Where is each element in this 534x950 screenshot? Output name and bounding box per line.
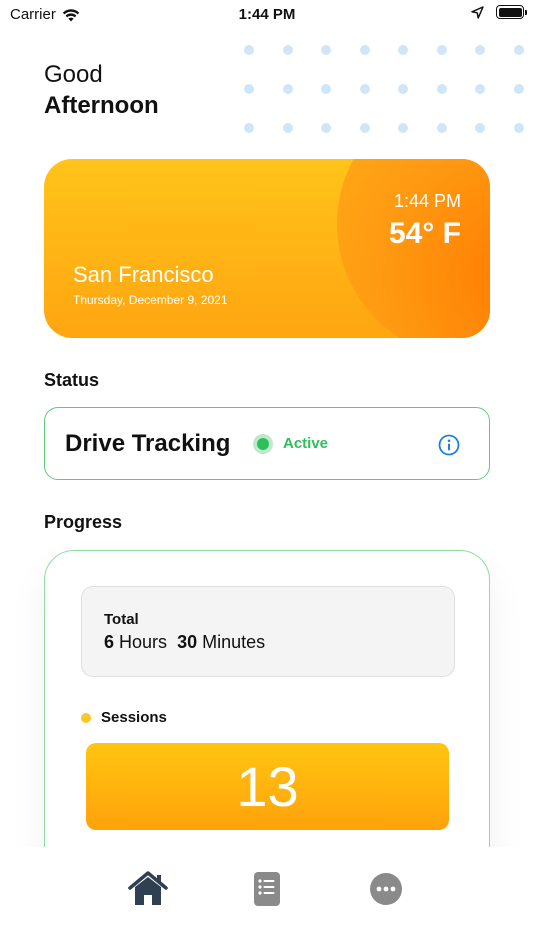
weather-temperature: 54° F: [388, 217, 461, 250]
tab-list[interactable]: [247, 869, 287, 909]
weather-card[interactable]: 1:44 PM 54° F San Francisco Thursday, De…: [44, 159, 490, 338]
decorative-dot: [475, 84, 485, 94]
location-arrow-icon: [471, 5, 484, 19]
decorative-dot: [244, 84, 254, 94]
decorative-dot: [359, 123, 370, 133]
tab-more[interactable]: [366, 869, 406, 909]
progress-section-title: Progress: [44, 512, 123, 532]
total-hours-unit: Hours: [119, 632, 168, 652]
decorative-dots: [244, 45, 534, 135]
decorative-dot: [321, 84, 331, 94]
status-section-title: Status: [44, 370, 100, 390]
list-document-icon: [254, 872, 280, 906]
decorative-dot: [513, 45, 524, 55]
sessions-legend-dot: [81, 712, 91, 723]
greeting: Good Afternoon: [44, 60, 159, 122]
sessions-count: 13: [86, 743, 449, 830]
status-bar-right: [471, 5, 527, 19]
total-label: Total: [104, 611, 139, 628]
sessions-row: Sessions: [81, 709, 167, 726]
total-hours: 6: [104, 632, 115, 652]
weather-city: San Francisco: [73, 262, 214, 287]
decorative-dot: [359, 45, 370, 55]
more-icon: [370, 873, 402, 905]
greeting-line-1: Good: [44, 61, 103, 88]
status-bar-time: 1:44 PM: [238, 6, 296, 23]
status-bar: Carrier 1:44 PM: [0, 0, 534, 30]
decorative-dot: [244, 45, 254, 55]
info-icon[interactable]: [438, 434, 460, 456]
decorative-dot: [436, 45, 447, 55]
progress-card: Total 6 Hours 30 Minutes Sessions 13: [44, 550, 490, 880]
tab-bar: [0, 847, 534, 950]
decorative-dot: [513, 123, 524, 133]
decorative-dot: [398, 84, 408, 94]
decorative-dot: [359, 84, 370, 94]
weather-date: Thursday, December 9, 2021: [73, 293, 228, 307]
decorative-dot: [436, 84, 447, 94]
decorative-dot: [398, 123, 408, 133]
tab-home[interactable]: [128, 869, 168, 909]
drive-tracking-label: Drive Tracking: [65, 430, 231, 457]
decorative-dot: [398, 45, 408, 55]
decorative-dot: [244, 123, 254, 133]
decorative-dot: [475, 45, 485, 55]
active-indicator-dot: [253, 434, 273, 454]
total-minutes-unit: Minutes: [202, 632, 266, 652]
total-time-box: Total 6 Hours 30 Minutes: [81, 586, 455, 677]
sessions-label: Sessions: [101, 709, 167, 726]
greeting-line-2: Afternoon: [44, 92, 159, 119]
decorative-dot: [475, 123, 485, 133]
decorative-dot: [436, 123, 447, 133]
weather-time: 1:44 PM: [393, 191, 461, 211]
decorative-dot: [282, 123, 293, 133]
battery-icon: [496, 5, 527, 19]
decorative-dot: [321, 123, 331, 133]
home-icon: [128, 871, 168, 905]
total-minutes: 30: [177, 632, 198, 652]
status-state: Active: [283, 435, 329, 452]
decorative-dot: [513, 84, 524, 94]
decorative-dot: [282, 84, 293, 94]
decorative-dot: [282, 45, 293, 55]
decorative-dot: [321, 45, 331, 55]
status-card[interactable]: Drive Tracking Active: [44, 407, 490, 480]
total-value: 6 Hours 30 Minutes: [104, 632, 265, 653]
